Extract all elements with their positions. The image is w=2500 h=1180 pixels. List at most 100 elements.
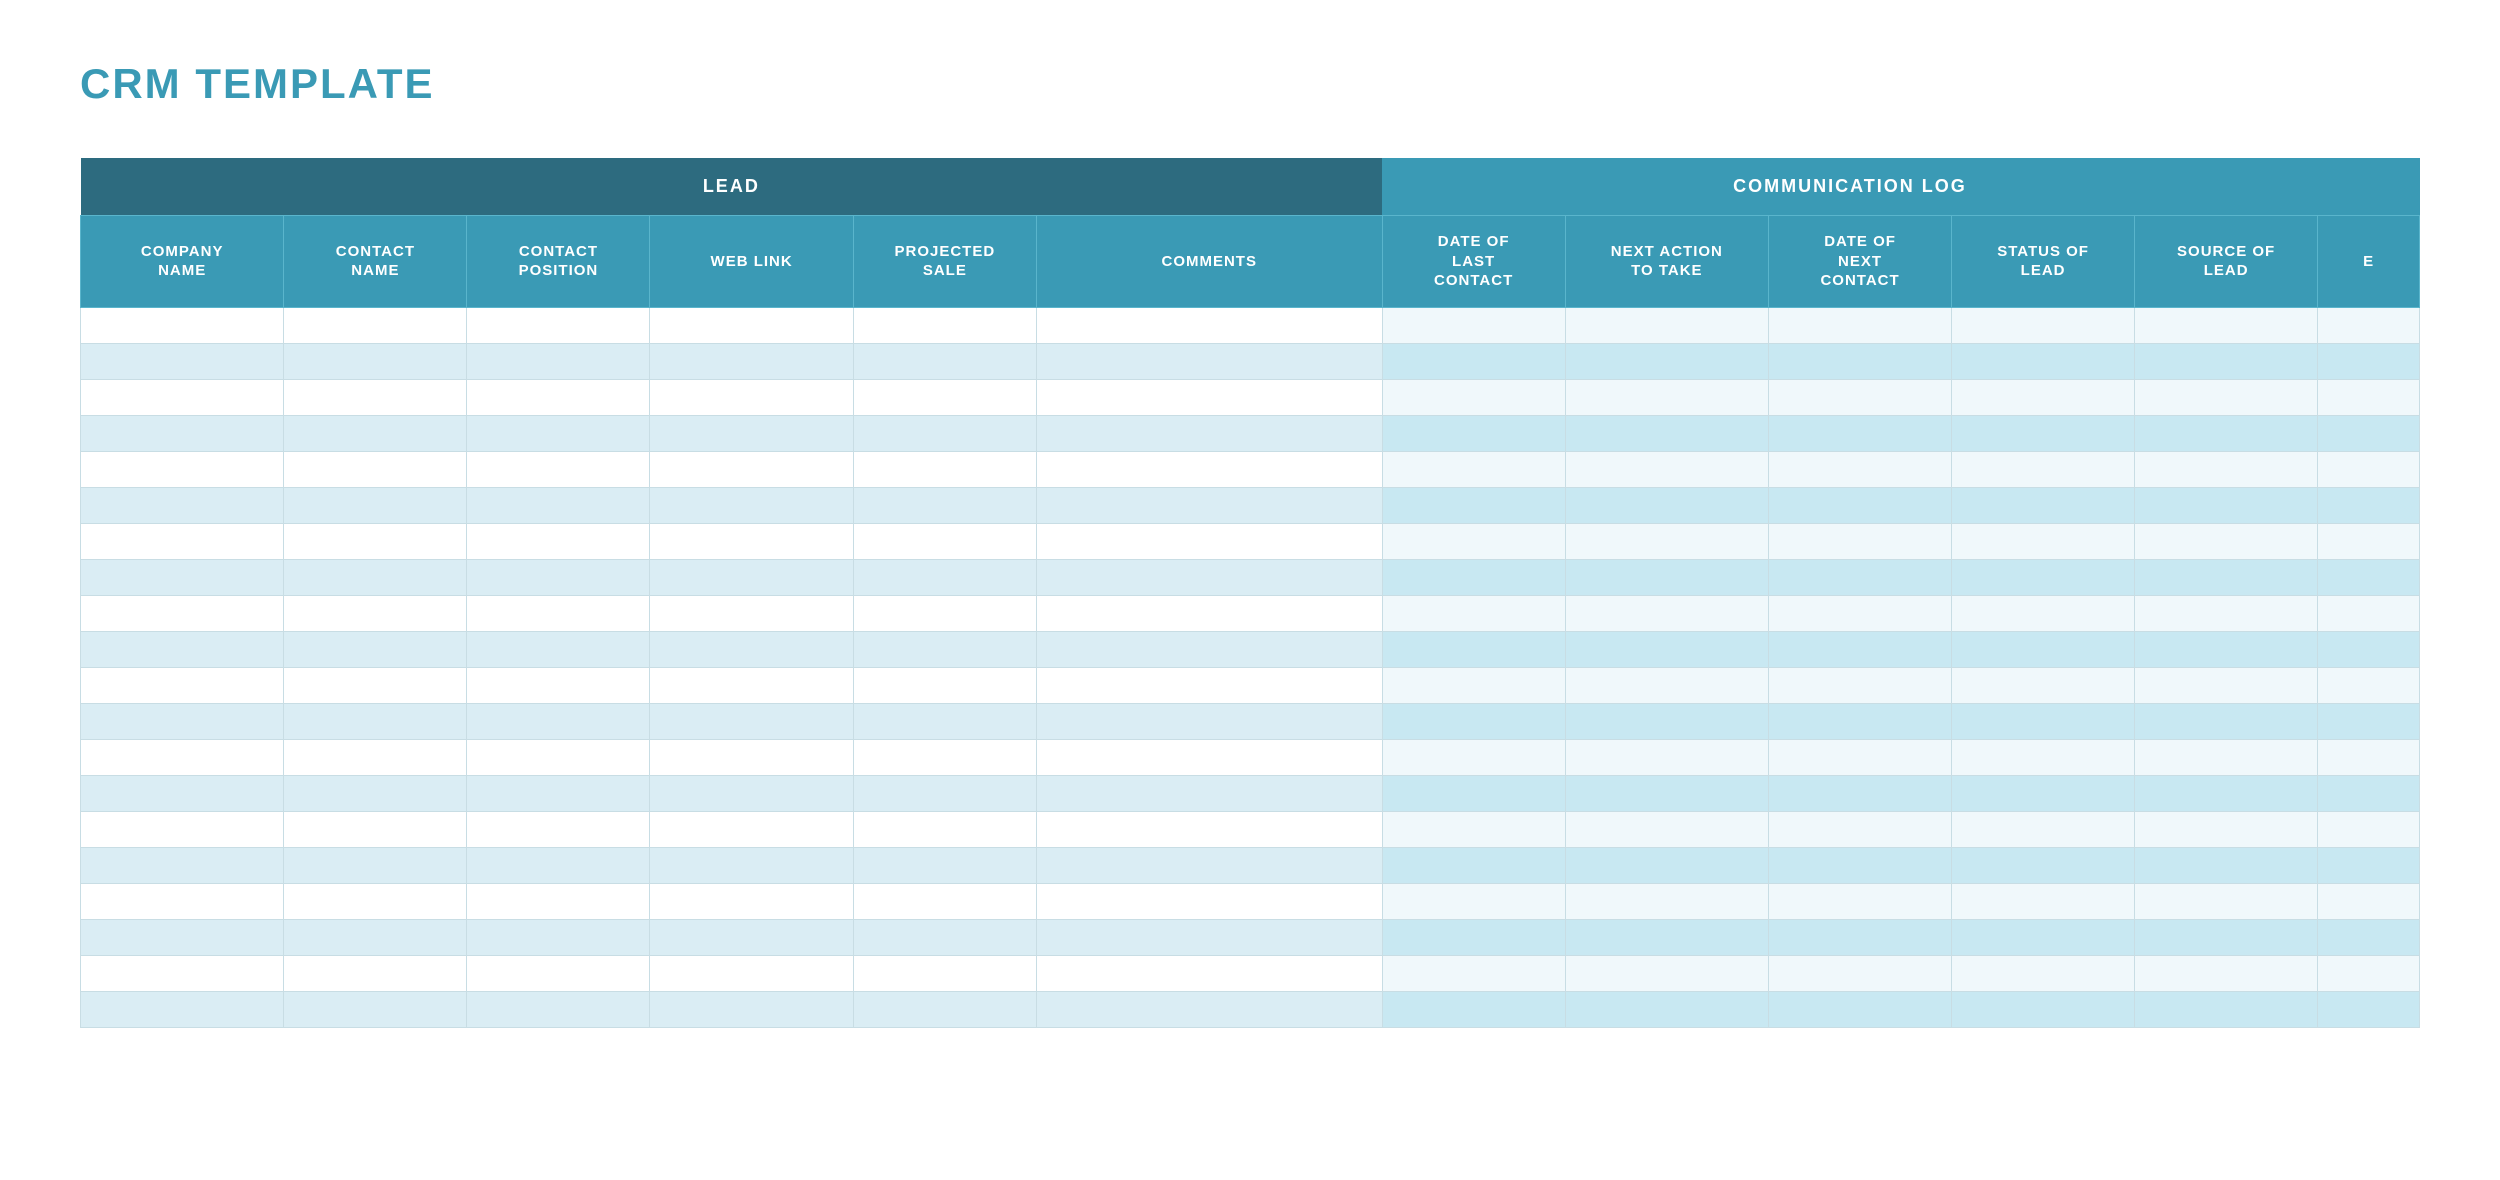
table-cell[interactable]	[853, 595, 1036, 631]
table-cell[interactable]	[81, 739, 284, 775]
table-cell-comm[interactable]	[1952, 559, 2135, 595]
table-cell[interactable]	[81, 415, 284, 451]
table-cell-comm[interactable]	[2135, 883, 2318, 919]
table-cell[interactable]	[1036, 343, 1382, 379]
table-cell[interactable]	[284, 883, 467, 919]
table-cell-comm[interactable]	[2318, 523, 2420, 559]
table-cell-comm[interactable]	[1952, 883, 2135, 919]
table-cell-comm[interactable]	[1769, 523, 1952, 559]
table-cell[interactable]	[650, 631, 853, 667]
table-cell[interactable]	[1036, 595, 1382, 631]
table-cell-comm[interactable]	[1565, 919, 1768, 955]
table-cell[interactable]	[467, 343, 650, 379]
table-cell[interactable]	[467, 955, 650, 991]
table-cell-comm[interactable]	[2318, 991, 2420, 1027]
table-cell-comm[interactable]	[2135, 559, 2318, 595]
table-cell-comm[interactable]	[2135, 307, 2318, 343]
table-cell-comm[interactable]	[1769, 379, 1952, 415]
table-cell-comm[interactable]	[1565, 883, 1768, 919]
table-cell-comm[interactable]	[1769, 595, 1952, 631]
table-cell[interactable]	[467, 523, 650, 559]
table-cell-comm[interactable]	[1769, 487, 1952, 523]
table-cell[interactable]	[1036, 919, 1382, 955]
table-cell[interactable]	[467, 631, 650, 667]
table-cell[interactable]	[650, 595, 853, 631]
table-cell-comm[interactable]	[1565, 487, 1768, 523]
table-cell[interactable]	[81, 919, 284, 955]
table-cell-comm[interactable]	[2135, 955, 2318, 991]
table-cell-comm[interactable]	[1769, 559, 1952, 595]
table-cell-comm[interactable]	[1382, 343, 1565, 379]
table-cell[interactable]	[284, 739, 467, 775]
table-cell[interactable]	[650, 919, 853, 955]
table-cell[interactable]	[467, 883, 650, 919]
table-cell[interactable]	[467, 991, 650, 1027]
table-cell-comm[interactable]	[1382, 847, 1565, 883]
table-cell[interactable]	[1036, 703, 1382, 739]
table-cell-comm[interactable]	[1769, 415, 1952, 451]
table-cell[interactable]	[81, 487, 284, 523]
table-cell-comm[interactable]	[2135, 775, 2318, 811]
table-cell-comm[interactable]	[1952, 703, 2135, 739]
table-cell[interactable]	[1036, 487, 1382, 523]
table-cell[interactable]	[1036, 811, 1382, 847]
table-cell[interactable]	[284, 523, 467, 559]
table-cell[interactable]	[284, 307, 467, 343]
table-cell-comm[interactable]	[1952, 955, 2135, 991]
table-cell[interactable]	[650, 847, 853, 883]
table-cell-comm[interactable]	[1565, 811, 1768, 847]
table-cell-comm[interactable]	[1952, 811, 2135, 847]
table-cell-comm[interactable]	[1769, 307, 1952, 343]
table-cell[interactable]	[467, 595, 650, 631]
table-cell-comm[interactable]	[2318, 595, 2420, 631]
table-cell-comm[interactable]	[1382, 451, 1565, 487]
table-cell-comm[interactable]	[1565, 667, 1768, 703]
table-cell[interactable]	[650, 811, 853, 847]
table-cell[interactable]	[81, 775, 284, 811]
table-cell[interactable]	[81, 595, 284, 631]
table-cell-comm[interactable]	[2318, 487, 2420, 523]
table-cell-comm[interactable]	[1565, 415, 1768, 451]
table-cell[interactable]	[284, 343, 467, 379]
table-cell[interactable]	[81, 883, 284, 919]
table-cell-comm[interactable]	[2318, 667, 2420, 703]
table-cell-comm[interactable]	[1565, 775, 1768, 811]
table-cell-comm[interactable]	[1769, 775, 1952, 811]
table-cell[interactable]	[81, 523, 284, 559]
table-cell-comm[interactable]	[2135, 811, 2318, 847]
table-cell-comm[interactable]	[1382, 307, 1565, 343]
table-cell-comm[interactable]	[2135, 847, 2318, 883]
table-cell-comm[interactable]	[1952, 919, 2135, 955]
table-cell[interactable]	[81, 703, 284, 739]
table-cell[interactable]	[1036, 415, 1382, 451]
table-cell-comm[interactable]	[2135, 343, 2318, 379]
table-cell[interactable]	[650, 523, 853, 559]
table-cell-comm[interactable]	[1952, 415, 2135, 451]
table-cell[interactable]	[467, 919, 650, 955]
table-cell-comm[interactable]	[2135, 379, 2318, 415]
table-cell[interactable]	[1036, 307, 1382, 343]
table-cell[interactable]	[853, 775, 1036, 811]
table-cell-comm[interactable]	[1382, 415, 1565, 451]
table-cell[interactable]	[1036, 379, 1382, 415]
table-cell[interactable]	[650, 775, 853, 811]
table-cell[interactable]	[284, 991, 467, 1027]
table-cell[interactable]	[853, 667, 1036, 703]
table-cell[interactable]	[1036, 883, 1382, 919]
table-cell[interactable]	[853, 307, 1036, 343]
table-cell-comm[interactable]	[1382, 631, 1565, 667]
table-cell[interactable]	[467, 415, 650, 451]
table-cell[interactable]	[284, 811, 467, 847]
table-cell[interactable]	[284, 379, 467, 415]
table-cell[interactable]	[1036, 955, 1382, 991]
table-cell-comm[interactable]	[1769, 955, 1952, 991]
table-cell-comm[interactable]	[2318, 343, 2420, 379]
table-cell-comm[interactable]	[1382, 523, 1565, 559]
table-cell-comm[interactable]	[1382, 379, 1565, 415]
table-cell-comm[interactable]	[1769, 883, 1952, 919]
table-cell[interactable]	[467, 451, 650, 487]
table-cell-comm[interactable]	[1382, 595, 1565, 631]
table-cell[interactable]	[284, 487, 467, 523]
table-cell-comm[interactable]	[2318, 883, 2420, 919]
table-cell[interactable]	[1036, 559, 1382, 595]
